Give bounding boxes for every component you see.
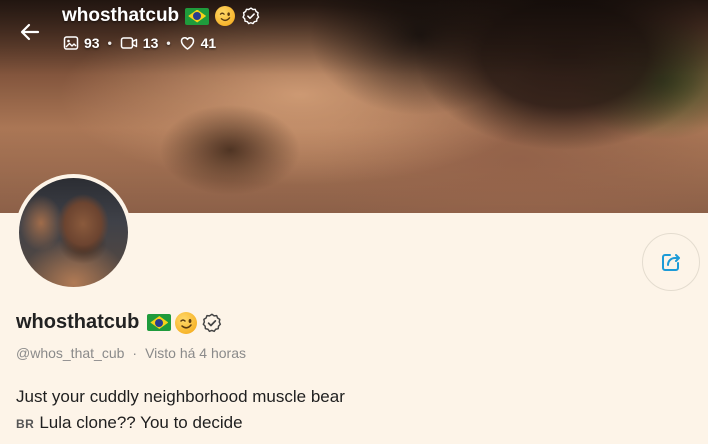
avatar-image xyxy=(19,178,128,287)
video-icon xyxy=(120,37,137,49)
meta-separator: · xyxy=(132,345,138,361)
country-code: BR xyxy=(16,417,35,431)
cover-image xyxy=(0,0,708,213)
profile-name-row: whosthatcub xyxy=(16,311,223,334)
profile-handle: @whos_that_cub xyxy=(16,345,125,361)
winking-face-icon xyxy=(175,311,198,334)
profile-meta: @whos_that_cub · Visto há 4 horas xyxy=(16,345,246,361)
cover-shade xyxy=(0,0,708,213)
avatar[interactable] xyxy=(15,174,132,291)
photos-stat: 93 xyxy=(63,35,100,51)
bio-line: Just your cuddly neighborhood muscle bea… xyxy=(16,384,345,410)
verified-icon xyxy=(201,312,223,334)
header-stats: 93 • 13 • 41 xyxy=(63,35,216,51)
display-name: whosthatcub xyxy=(16,311,140,333)
bio-text: Just your cuddly neighborhood muscle bea… xyxy=(16,387,345,406)
stat-separator: • xyxy=(166,36,171,50)
likes-stat: 41 xyxy=(179,35,217,51)
header-title-row: whosthatcub xyxy=(62,5,261,27)
back-button[interactable] xyxy=(14,16,46,48)
profile-bio: Just your cuddly neighborhood muscle bea… xyxy=(16,384,345,437)
brazil-flag-icon xyxy=(185,7,210,25)
likes-count: 41 xyxy=(200,35,217,51)
verified-icon xyxy=(241,6,261,26)
image-icon xyxy=(63,36,79,50)
bio-line: BR Lula clone?? You to decide xyxy=(16,410,345,437)
header-title: whosthatcub xyxy=(62,5,180,26)
stat-separator: • xyxy=(107,36,112,50)
photos-count: 93 xyxy=(84,35,100,51)
videos-count: 13 xyxy=(142,35,159,51)
bio-text: Lula clone?? You to decide xyxy=(39,413,243,432)
videos-stat: 13 xyxy=(120,35,159,51)
brazil-flag-icon xyxy=(147,314,172,331)
heart-icon xyxy=(180,37,194,50)
last-seen: Visto há 4 horas xyxy=(145,345,246,361)
winking-face-icon xyxy=(215,6,236,26)
share-icon xyxy=(662,254,680,271)
share-button[interactable] xyxy=(642,233,700,291)
arrow-left-icon xyxy=(20,23,40,41)
